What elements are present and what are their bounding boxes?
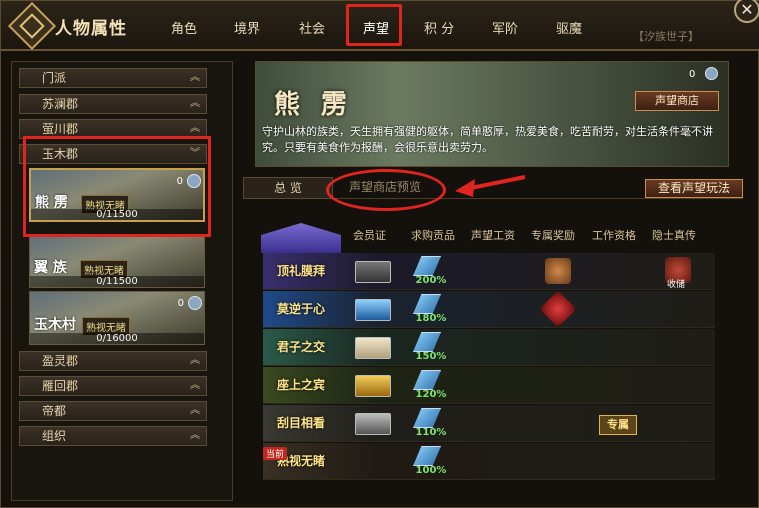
exclusive-badge: 专属 [599, 415, 637, 435]
tab-social[interactable]: 社会 [299, 18, 325, 37]
region-item-organization[interactable]: 组织 ︽ [19, 426, 207, 446]
rank-label: 顶礼膜拜 [276, 264, 325, 278]
member-card-icon[interactable] [355, 261, 391, 283]
view-rules-button[interactable]: 查看声望玩法 [645, 179, 743, 198]
region-label: 门派 [42, 71, 67, 85]
tab-character[interactable]: 角色 [171, 18, 197, 37]
tribute-percent: 100% [415, 465, 447, 476]
faction-name: 翼 族 [34, 260, 67, 276]
chevron-up-icon: ︽ [190, 72, 200, 83]
annotation-arrow-icon [455, 175, 526, 197]
feather-icon[interactable] [413, 332, 441, 352]
top-bar: 人物属性 角色 境界 社会 声望 积 分 军阶 驱魔 【汐族世子】 ✕ [1, 0, 759, 51]
rank-label: 君子之交 [276, 340, 325, 354]
feather-icon[interactable] [413, 370, 441, 390]
table-row: 座上之宾 120% [263, 367, 715, 404]
col-work-qualification: 工作资格 [592, 229, 636, 242]
tab-overview[interactable]: 总 览 [243, 177, 333, 199]
table-row: 莫逆于心 180% [263, 290, 715, 328]
clan-tag: 【汐族世子】 [633, 30, 699, 43]
current-rank-badge: 当前 [263, 447, 288, 460]
table-row: 顶礼膜拜 200% 收储 [263, 253, 715, 290]
region-label: 盈灵郡 [42, 354, 79, 368]
col-tribute: 求购贡品 [411, 229, 455, 242]
member-card-icon[interactable] [355, 299, 391, 321]
tribute-percent: 150% [415, 351, 447, 362]
tribute-percent: 180% [415, 313, 447, 324]
col-hermit-teaching: 隐士真传 [652, 229, 696, 242]
reputation-tab-highlight [346, 4, 402, 46]
rank-label: 刮目相看 [276, 416, 325, 430]
reputation-shop-button[interactable]: 声望商店 [635, 91, 719, 111]
chevron-up-icon: ︽ [190, 380, 200, 391]
tab-exorcism[interactable]: 驱魔 [556, 18, 582, 37]
region-label: 雁回郡 [42, 379, 79, 393]
member-card-icon[interactable] [355, 375, 391, 397]
faction-progress: 0/16000 [30, 333, 204, 344]
faction-banner-name: 熊 雳 [274, 90, 354, 120]
harvest-label: 收储 [667, 280, 686, 290]
tab-military-rank[interactable]: 军阶 [492, 18, 518, 37]
table-row: 刮目相看 110% 专属 [263, 405, 715, 442]
feather-icon[interactable] [413, 408, 441, 428]
banner-count: 0 [689, 69, 696, 80]
feather-icon[interactable] [413, 256, 441, 276]
table-row: 熟视无睹 100% [263, 443, 715, 480]
faction-progress: 0/11500 [30, 276, 204, 287]
character-attributes-window: 人物属性 角色 境界 社会 声望 积 分 军阶 驱魔 【汐族世子】 ✕ 门派 ︽ … [0, 0, 759, 508]
faction-name: 玉木村 [34, 317, 76, 333]
rank-label: 莫逆于心 [276, 302, 325, 316]
shop-preview-highlight-ellipse [326, 169, 446, 211]
table-row: 君子之交 150% [263, 329, 715, 366]
region-item-sect[interactable]: 门派 ︽ [19, 68, 207, 88]
region-item-capital[interactable]: 帝都 ︽ [19, 401, 207, 421]
reputation-coin-icon [705, 67, 718, 80]
window-title: 人物属性 [55, 19, 127, 39]
region-label: 组织 [42, 429, 67, 443]
region-item-yanhui[interactable]: 雁回郡 ︽ [19, 376, 207, 396]
tribute-percent: 110% [415, 427, 447, 438]
chevron-up-icon: ︽ [190, 405, 200, 416]
faction-banner: 熊 雳 守护山林的族类，天生拥有强健的躯体，简单憨厚，热爱美食，吃苦耐劳，对生活… [255, 61, 729, 167]
chevron-up-icon: ︽ [190, 355, 200, 366]
region-item-yingling[interactable]: 盈灵郡 ︽ [19, 351, 207, 371]
region-item-sulan[interactable]: 苏澜郡 ︽ [19, 94, 207, 114]
col-salary: 声望工资 [471, 229, 515, 242]
tab-realm[interactable]: 境界 [234, 18, 260, 37]
attributes-emblem-icon [7, 1, 57, 51]
faction-count: 0 [177, 298, 184, 309]
region-label: 萤川郡 [42, 122, 79, 136]
chevron-up-icon: ︽ [190, 98, 200, 109]
rank-pentagon-icon [261, 223, 341, 253]
faction-card-yizu[interactable]: 翼 族 熟视无睹 0/11500 [29, 234, 205, 288]
faction-card-yumucun[interactable]: 玉木村 熟视无睹 0 0/16000 [29, 291, 205, 345]
gourd-reward-icon[interactable] [545, 258, 571, 284]
red-gem-reward-icon[interactable] [539, 290, 577, 328]
tribute-percent: 200% [415, 275, 447, 286]
tab-points[interactable]: 积 分 [424, 18, 454, 37]
col-exclusive-reward: 专属奖励 [531, 229, 575, 242]
member-card-icon[interactable] [355, 413, 391, 435]
close-icon[interactable]: ✕ [734, 0, 759, 23]
faction-description: 守护山林的族类，天生拥有强健的躯体，简单憨厚，热爱美食，吃苦耐劳，对生活条件毫不… [262, 125, 713, 154]
region-highlight-box [23, 136, 211, 237]
region-label: 苏澜郡 [42, 97, 79, 111]
rank-label: 座上之宾 [276, 378, 325, 392]
region-label: 帝都 [42, 404, 67, 418]
tribute-percent: 120% [415, 389, 447, 400]
feather-icon[interactable] [413, 294, 441, 314]
col-member-card: 会员证 [353, 229, 386, 242]
reputation-coin-icon [188, 296, 202, 310]
member-card-icon[interactable] [355, 337, 391, 359]
chevron-up-icon: ︽ [190, 430, 200, 441]
feather-icon[interactable] [413, 446, 441, 466]
